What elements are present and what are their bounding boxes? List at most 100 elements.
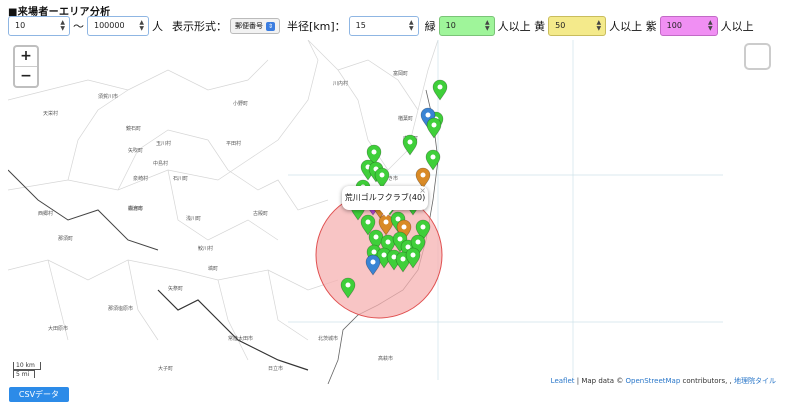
marker-dot [430, 154, 436, 160]
place-label: 高萩市 [378, 355, 393, 362]
radius-label: 半径[km]： [287, 20, 346, 33]
spinner-icon[interactable]: ▲ ▼ [485, 20, 490, 32]
place-label: 富岡町 [393, 70, 408, 77]
green-marker[interactable] [374, 167, 390, 189]
place-label: 石川町 [173, 176, 188, 182]
radius-input[interactable]: 15 ▲ ▼ [348, 16, 419, 36]
min-visitors-input[interactable]: 10 ▲ ▼ [8, 16, 70, 36]
display-format-label: 表示形式： [172, 20, 227, 33]
scale-km: 10 km [13, 362, 41, 370]
place-label: 小野町 [233, 100, 248, 107]
spinner-icon[interactable]: ▲ ▼ [139, 20, 144, 32]
place-label: 玉川村 [156, 140, 171, 147]
attribution-text: contributors, , [680, 377, 734, 385]
attribution-text: | Map data © [574, 377, 626, 385]
purple-threshold-input[interactable]: 100 ▲ ▼ [659, 16, 718, 36]
place-label: 古殿町 [253, 210, 268, 217]
place-label: 大田原市 [48, 325, 68, 332]
range-tilde: 〜 [73, 20, 84, 33]
green-marker[interactable] [402, 134, 418, 156]
spinner-icon[interactable]: ▲ ▼ [708, 20, 713, 32]
osm-link[interactable]: OpenStreetMap [626, 377, 681, 385]
boundary-line [67, 89, 279, 241]
place-label: 須賀川市 [98, 93, 118, 100]
zoom-out-button[interactable]: − [15, 66, 37, 86]
place-label: 塙町 [208, 265, 218, 272]
place-label: 矢祭町 [168, 285, 183, 292]
place-label: 平田村 [226, 140, 241, 147]
place-label: 那須塩原市 [108, 305, 133, 312]
spinner-icon[interactable]: ▲ ▼ [597, 20, 602, 32]
spinner-icon[interactable]: ▲ ▼ [60, 20, 65, 32]
layer-control-button[interactable] [744, 43, 771, 70]
place-label: 大子町 [158, 365, 173, 372]
marker-dot [371, 149, 377, 155]
place-label: 日立市 [268, 365, 283, 372]
map-canvas[interactable]: 須賀川市天栄村鏡石町玉川村矢吹町中島村泉崎村 石川町 平田村 小野町 川内村 富岡町楢葉町… [8, 40, 723, 384]
place-label: 北茨城市 [318, 335, 338, 342]
place-label: 常陸太田市 [228, 335, 253, 342]
place-label: 鮫川村 [198, 245, 213, 252]
marker-dot [365, 219, 371, 225]
marker-dot [401, 224, 407, 230]
marker-dot [407, 139, 413, 145]
place-label: 泉崎村 [133, 175, 148, 182]
scale-bar: 10 km 5 mi [13, 362, 41, 378]
purple-suffix-label: 人以上 [720, 20, 754, 33]
green-label: 緑 [424, 20, 436, 33]
boundary-line [8, 59, 269, 101]
place-label: 楢葉町 [398, 115, 413, 122]
csv-data-button[interactable]: CSVデータ [9, 387, 69, 402]
boundary-line [337, 59, 419, 111]
select-arrow-icon: ⇕ [266, 21, 275, 31]
max-visitors-input[interactable]: 100000 ▲ ▼ [87, 16, 149, 36]
marker-dot [415, 239, 421, 245]
yellow-threshold-input[interactable]: 50 ▲ ▼ [548, 16, 607, 36]
zoom-in-button[interactable]: + [15, 47, 37, 66]
marker-dot [410, 252, 416, 258]
place-label: 鏡石町 [126, 125, 141, 132]
place-label: 浅川町 [186, 215, 201, 222]
yellow-label: 人以上 黄 [497, 20, 546, 33]
marker-dot [379, 172, 385, 178]
filter-bar: 10 ▲ ▼ 〜 100000 ▲ ▼ 人 表示形式： 郵便番号 ⇕ 半径[km]： 15… [8, 15, 757, 37]
place-label: 川内村 [333, 80, 348, 87]
marker-dot [345, 282, 351, 288]
location-popup[interactable]: 荒川ゴルフクラブ(40) × [342, 186, 428, 217]
marker-dot [425, 112, 431, 118]
marker-dot [370, 259, 376, 265]
marker-dot [400, 256, 406, 262]
place-label: 西郷村 [38, 210, 53, 217]
popup-close-button[interactable]: × [419, 179, 426, 203]
zoom-control: + − [13, 45, 39, 88]
marker-dot [373, 234, 379, 240]
marker-dot [371, 249, 377, 255]
marker-dot [431, 122, 437, 128]
marker-dot [383, 219, 389, 225]
marker-dot [385, 239, 391, 245]
scale-mi: 5 mi [13, 370, 35, 378]
place-label: 中島村 [153, 160, 168, 167]
green-marker[interactable] [432, 79, 448, 101]
map-view[interactable]: 須賀川市天栄村鏡石町玉川村矢吹町中島村泉崎村 石川町 平田村 小野町 川内村 富岡町楢葉町… [8, 40, 723, 384]
marker-dot [381, 252, 387, 258]
green-marker[interactable] [426, 117, 442, 139]
gsi-link[interactable]: 地理院タイル [734, 377, 776, 385]
place-label: 矢吹町 [128, 147, 143, 154]
marker-dot [397, 236, 403, 242]
marker-dot [420, 224, 426, 230]
spinner-icon[interactable]: ▲ ▼ [409, 20, 414, 32]
place-label: 天栄村 [43, 110, 58, 117]
map-attribution: Leaflet | Map data © OpenStreetMap contr… [551, 376, 776, 386]
unit-label: 人 [152, 20, 163, 33]
marker-dot [420, 172, 426, 178]
place-label: 那須町 [58, 235, 73, 242]
marker-dot [437, 84, 443, 90]
display-format-select[interactable]: 郵便番号 ⇕ [230, 18, 280, 34]
green-threshold-input[interactable]: 10 ▲ ▼ [438, 16, 495, 36]
purple-label: 人以上 紫 [609, 20, 657, 33]
place-label: 白河市 [128, 205, 143, 212]
marker-dot [395, 216, 401, 222]
popup-text: 荒川ゴルフクラブ(40) [344, 193, 426, 202]
leaflet-link[interactable]: Leaflet [551, 377, 575, 385]
